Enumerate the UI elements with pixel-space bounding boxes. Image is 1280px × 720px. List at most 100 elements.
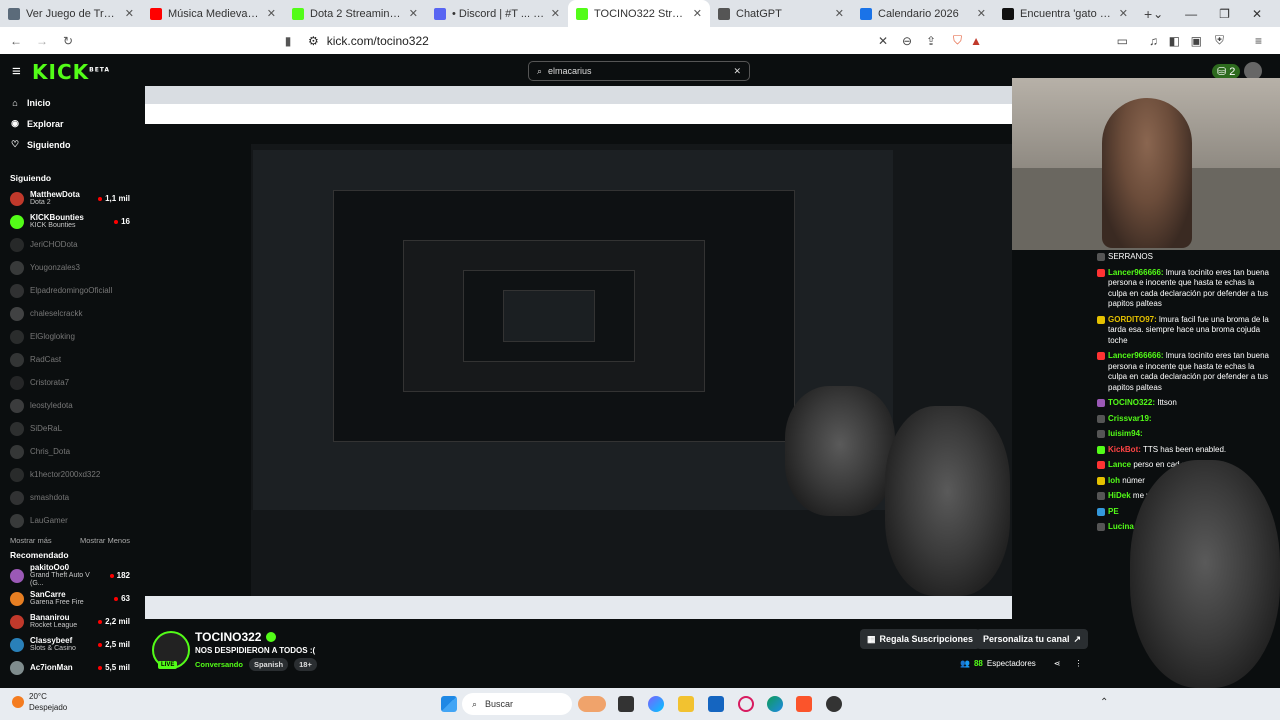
forward-icon[interactable]: → (32, 34, 52, 48)
tag-age[interactable]: 18+ (294, 658, 317, 671)
file-explorer-icon[interactable] (678, 696, 694, 712)
recommended-channel[interactable]: pakitoOo0 Grand Theft Auto V (G... 182 (0, 563, 140, 587)
chat-username[interactable]: Lancer966666: (1108, 268, 1164, 277)
nav-item-siguiendo[interactable]: ♡ Siguiendo (0, 134, 140, 155)
obs-icon[interactable] (826, 696, 842, 712)
sidebar-channel[interactable]: RadCast (0, 348, 140, 371)
reading-icon[interactable]: ◧ (1169, 34, 1180, 48)
close-tab-icon[interactable]: ✕ (409, 7, 418, 20)
recommended-channel[interactable]: Classybeef Slots & Casino 2,5 mil (0, 633, 140, 656)
close-tab-icon[interactable]: ✕ (693, 7, 702, 20)
chat-username[interactable]: KickBot: (1108, 445, 1141, 454)
chat-username[interactable]: GORDITO97: (1108, 315, 1157, 324)
streamer-name[interactable]: TOCINO322 (195, 630, 261, 644)
reload-icon[interactable]: ↻ (58, 34, 78, 48)
close-tab-icon[interactable]: ✕ (1119, 7, 1128, 20)
music-icon[interactable]: ♫ (1149, 34, 1158, 48)
browser-tab[interactable]: Calendario 2026 ✕ (852, 0, 994, 27)
site-info-icon[interactable]: ⚙ (308, 34, 319, 48)
sidebar-channel[interactable]: MatthewDota Dota 2 1,1 mil (0, 187, 140, 210)
share-stream-icon[interactable]: ⋖ (1054, 659, 1061, 668)
minimize-icon[interactable]: — (1185, 7, 1197, 21)
sidebar-channel[interactable]: Cristorata7 (0, 371, 140, 394)
chat-username[interactable]: PE (1108, 507, 1119, 516)
chat-username[interactable]: luisim94: (1108, 429, 1143, 438)
copilot-icon[interactable] (648, 696, 664, 712)
more-options-icon[interactable]: ⋮ (1075, 659, 1083, 668)
address-bar[interactable]: ⚙ kick.com/tocino322 (308, 34, 429, 48)
nav-item-inicio[interactable]: ⌂ Inicio (0, 92, 140, 113)
show-less-button[interactable]: Mostrar Menos (80, 536, 130, 545)
chat-username[interactable]: HiDek (1108, 491, 1131, 500)
recommended-channel[interactable]: SanCarre Garena Free Fire 63 (0, 587, 140, 610)
screenshot-icon[interactable]: ▣ (1191, 34, 1202, 48)
sidebar-channel[interactable]: k1hector2000xd322 (0, 463, 140, 486)
browser-tab[interactable]: ChatGPT ✕ (710, 0, 852, 27)
sidebar-channel[interactable]: ElGlogloking (0, 325, 140, 348)
recommended-channel[interactable]: Bananirou Rocket League 2,2 mil (0, 610, 140, 633)
notification-badge[interactable]: ⛁ 2 (1212, 63, 1241, 79)
chat-username[interactable]: Crissvar19: (1108, 414, 1152, 423)
chat-username[interactable]: Ioh (1108, 476, 1120, 485)
brave-shield-icon[interactable]: ⛉ (953, 33, 962, 48)
show-more-button[interactable]: Mostrar más (10, 536, 52, 545)
close-tab-icon[interactable]: ✕ (551, 7, 560, 20)
sidebar-channel[interactable]: Yougonzales3 (0, 256, 140, 279)
hamburger-icon[interactable]: ≡ (12, 63, 21, 80)
chat-username[interactable]: TOCINO322: (1108, 398, 1155, 407)
customize-channel-button[interactable]: Personaliza tu canal ↗ (976, 629, 1089, 649)
sidebar-channel[interactable]: chaleselcrackk (0, 302, 140, 325)
browser-tab[interactable]: Encuentra 'gato se escapa' en ✕ (994, 0, 1136, 27)
clear-search-icon[interactable]: ✕ (733, 66, 741, 77)
search-input[interactable]: ⌕ elmacarius ✕ (528, 61, 750, 81)
stream-video-player[interactable] (145, 86, 1012, 619)
browser-tab[interactable]: TOCINO322 Stream - W ✕ (568, 0, 710, 27)
chat-username[interactable]: Lancer966666: (1108, 351, 1164, 360)
sidebar-channel[interactable]: LauGamer (0, 509, 140, 532)
widget-icon[interactable] (578, 696, 606, 712)
sidebar-channel[interactable]: JeriCHODota (0, 233, 140, 256)
sidebar-channel[interactable]: ElpadredomingoOficiall (0, 279, 140, 302)
menu-icon[interactable]: ≡ (1255, 34, 1262, 48)
rewards-icon[interactable]: ▲ (970, 34, 982, 48)
mute-icon[interactable]: ✕ (878, 34, 888, 48)
close-tab-icon[interactable]: ✕ (977, 7, 986, 20)
nav-item-explorar[interactable]: ◉ Explorar (0, 113, 140, 134)
browser-tab[interactable]: Ver Juego de Tronos 6x10 Onli ✕ (0, 0, 142, 27)
browser-tab[interactable]: Música Medieval Para Con ✕ (142, 0, 284, 27)
close-window-icon[interactable]: ✕ (1252, 7, 1262, 21)
chat-username[interactable]: Lucina (1108, 522, 1134, 531)
share-icon[interactable]: ⇪ (926, 34, 936, 48)
gift-subs-button[interactable]: ▦ Regala Suscripciones (860, 629, 981, 649)
sidebar-channel[interactable]: KICKBounties KICK Bounties 16 (0, 210, 140, 233)
browser-tab[interactable]: Dota 2 Streaming - Live Stream ✕ (284, 0, 426, 27)
bookmark-icon[interactable]: ▮ (278, 34, 298, 48)
chat-username[interactable]: Lance (1108, 460, 1131, 469)
zoom-icon[interactable]: ⊖ (902, 34, 912, 48)
taskbar-search[interactable]: ⌕ Buscar (462, 693, 572, 715)
back-icon[interactable]: ← (6, 34, 26, 48)
close-tab-icon[interactable]: ✕ (267, 7, 276, 20)
close-tab-icon[interactable]: ✕ (835, 7, 844, 20)
maximize-icon[interactable]: ❐ (1219, 7, 1230, 21)
brave-icon[interactable] (796, 696, 812, 712)
tag-language[interactable]: Spanish (248, 658, 289, 671)
start-icon[interactable] (441, 696, 457, 712)
category-link[interactable]: Conversando (195, 660, 243, 669)
task-view-icon[interactable] (618, 696, 634, 712)
opera-icon[interactable] (738, 696, 754, 712)
wallet-icon[interactable]: ⛨ (1215, 33, 1224, 48)
sidebar-channel[interactable]: Chris_Dota (0, 440, 140, 463)
recommended-channel[interactable]: Ac7ionMan 5,5 mil (0, 656, 140, 679)
sidebar-toggle-icon[interactable]: ▭ (1117, 34, 1128, 48)
store-icon[interactable] (708, 696, 724, 712)
kick-logo[interactable]: KICKBETA (32, 60, 110, 84)
sidebar-channel[interactable]: leostyledota (0, 394, 140, 417)
edge-icon[interactable] (767, 696, 783, 712)
tray-chevron-icon[interactable]: ⌃ (1100, 697, 1108, 708)
browser-tab[interactable]: • Discord | #T ... | chat-genera ✕ (426, 0, 568, 27)
sidebar-channel[interactable]: smashdota (0, 486, 140, 509)
tab-search-icon[interactable]: ⌄ (1153, 7, 1163, 21)
sidebar-channel[interactable]: SiDeRaL (0, 417, 140, 440)
close-tab-icon[interactable]: ✕ (125, 7, 134, 20)
